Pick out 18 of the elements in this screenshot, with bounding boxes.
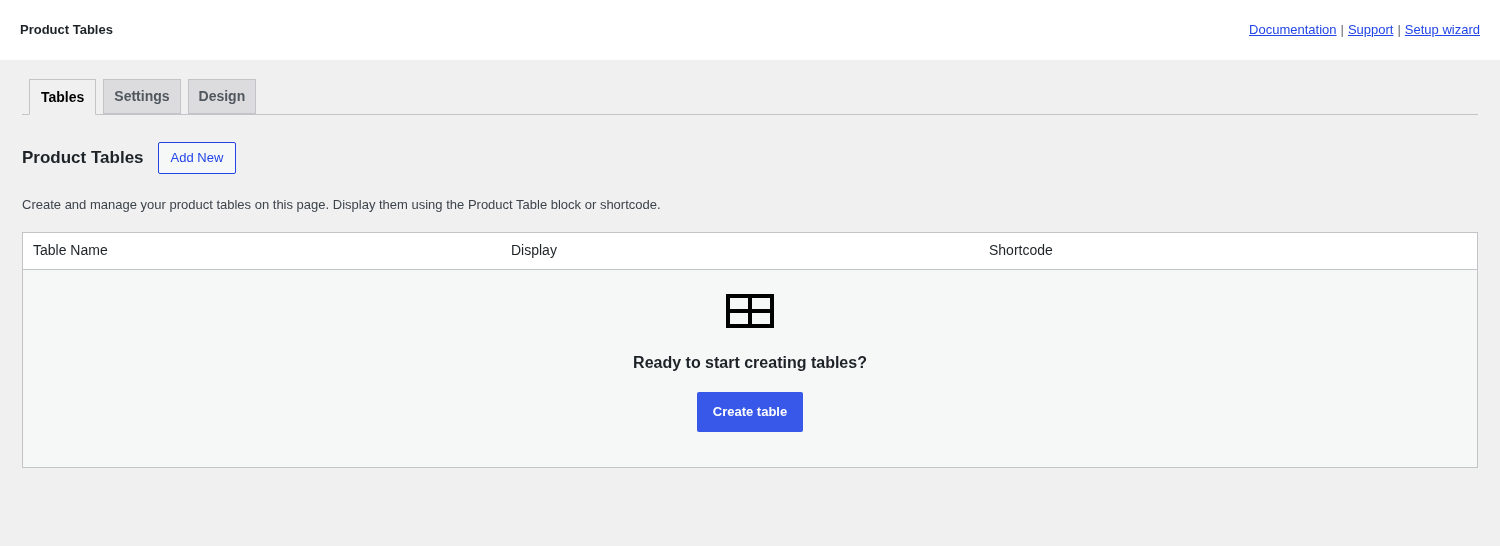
tab[interactable]: Design: [187, 79, 257, 114]
tab[interactable]: Tables: [29, 79, 97, 115]
separator: |: [1397, 21, 1401, 40]
header-link[interactable]: Setup wizard: [1404, 20, 1480, 40]
table-icon: [726, 293, 774, 328]
column-header: Table Name: [33, 241, 109, 260]
description: Create and manage your product tables on this page. Display them using the Product Table block or shortcode.: [22, 196, 662, 214]
header-link[interactable]: Documentation: [1249, 20, 1337, 40]
page-title: Product Tables: [20, 21, 113, 40]
header-link[interactable]: Support: [1347, 20, 1394, 40]
column-header: Display: [511, 241, 558, 260]
tab[interactable]: Settings: [103, 79, 181, 114]
separator: |: [1340, 21, 1344, 40]
empty-message: Ready to start creating tables?: [633, 352, 867, 373]
section-heading: Product Tables: [22, 147, 144, 170]
create-table-button[interactable]: Create table: [696, 391, 804, 432]
add-new-button[interactable]: Add New: [157, 142, 237, 174]
column-header: Shortcode: [989, 241, 1054, 260]
